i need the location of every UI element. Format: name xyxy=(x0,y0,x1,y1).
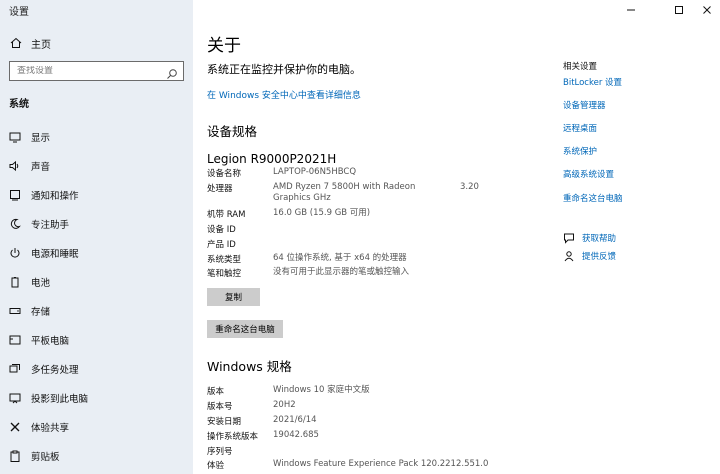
sidebar-item-shared-experiences[interactable]: 体验共享 xyxy=(0,412,193,441)
sidebar-item-battery[interactable]: 电池 xyxy=(0,267,193,296)
moon-icon xyxy=(9,218,21,230)
battery-icon xyxy=(9,276,21,288)
feedback-icon xyxy=(563,250,575,262)
home-icon xyxy=(9,36,23,50)
spec-label: 操作系统版本 xyxy=(207,432,259,442)
spec-label: 机带 RAM xyxy=(207,210,246,220)
multitask-icon xyxy=(9,363,21,375)
sidebar-item-label: 平板电脑 xyxy=(31,335,70,347)
spec-value: 64 位操作系统, 基于 x64 的处理器 xyxy=(273,253,407,263)
maximize-button[interactable] xyxy=(666,2,692,16)
spec-value: Windows 10 家庭中文版 xyxy=(273,385,370,395)
help-chat-icon xyxy=(563,232,575,244)
clipboard-icon xyxy=(9,450,21,462)
protection-status: 系统正在监控并保护你的电脑。 xyxy=(207,63,361,76)
sidebar-item-focus-assist[interactable]: 专注助手 xyxy=(0,209,193,238)
related-settings-title: 相关设置 xyxy=(563,62,598,72)
sidebar-item-label: 剪贴板 xyxy=(31,451,60,463)
device-manager-link[interactable]: 设备管理器 xyxy=(563,99,606,111)
bitlocker-settings-link[interactable]: BitLocker 设置 xyxy=(563,76,622,88)
spec-value: 20H2 xyxy=(273,400,296,410)
sidebar-item-label: 通知和操作 xyxy=(31,190,79,202)
share-icon xyxy=(9,421,21,433)
close-button[interactable] xyxy=(694,2,720,16)
spec-label: 安装日期 xyxy=(207,417,242,427)
sidebar: 设置 主页 系统 显示 声音 通知和操作 专注助手 xyxy=(0,0,193,474)
spec-value: 16.0 GB (15.9 GB 可用) xyxy=(273,208,371,218)
spec-value: 2021/6/14 xyxy=(273,415,317,425)
sidebar-item-label: 存储 xyxy=(31,306,51,318)
sidebar-item-project[interactable]: 投影到此电脑 xyxy=(0,383,193,412)
system-protection-link[interactable]: 系统保护 xyxy=(563,145,597,157)
sidebar-item-label: 专注助手 xyxy=(31,219,70,231)
device-spec-heading: 设备规格 xyxy=(207,124,258,139)
spec-label: 系统类型 xyxy=(207,255,242,265)
spec-label: 版本号 xyxy=(207,402,233,412)
sidebar-item-label: 显示 xyxy=(31,132,51,144)
spec-label: 设备 ID xyxy=(207,225,236,235)
spec-label: 笔和触控 xyxy=(207,269,242,279)
sidebar-item-label: 投影到此电脑 xyxy=(31,393,89,405)
notification-icon xyxy=(9,189,21,201)
maximize-icon xyxy=(674,0,684,19)
give-feedback-label: 提供反馈 xyxy=(582,252,617,262)
search-icon[interactable] xyxy=(166,65,178,79)
sidebar-item-storage[interactable]: 存储 xyxy=(0,296,193,325)
device-model-name: Legion R9000P2021H xyxy=(207,152,337,166)
window-title: 设置 xyxy=(9,7,29,18)
sidebar-item-notifications[interactable]: 通知和操作 xyxy=(0,180,193,209)
sidebar-item-label: 电源和睡眠 xyxy=(31,248,79,260)
spec-label: 设备名称 xyxy=(207,169,242,179)
project-icon xyxy=(9,392,21,404)
advanced-system-settings-link[interactable]: 高级系统设置 xyxy=(563,168,614,180)
security-center-link[interactable]: 在 Windows 安全中心中查看详细信息 xyxy=(207,88,361,101)
minimize-button[interactable] xyxy=(618,2,644,16)
sidebar-item-display[interactable]: 显示 xyxy=(0,122,193,151)
rename-pc-button[interactable]: 重命名这台电脑 xyxy=(207,320,283,338)
sidebar-item-label: 多任务处理 xyxy=(31,364,79,376)
spec-value: 19042.685 xyxy=(273,430,319,440)
remote-desktop-link[interactable]: 远程桌面 xyxy=(563,122,597,134)
give-feedback-link[interactable]: 提供反馈 xyxy=(563,250,616,262)
sidebar-nav: 显示 声音 通知和操作 专注助手 电源和睡眠 电池 存储 平板电脑 多任务处理 … xyxy=(0,122,193,470)
sidebar-item-label: 电池 xyxy=(31,277,51,289)
copy-button[interactable]: 复制 xyxy=(207,288,260,306)
get-help-label: 获取帮助 xyxy=(582,234,617,244)
spec-label: 体验 xyxy=(207,461,225,471)
rename-pc-link[interactable]: 重命名这台电脑 xyxy=(563,192,623,204)
search-input[interactable] xyxy=(10,66,160,76)
sidebar-item-label: 声音 xyxy=(31,161,51,173)
sidebar-item-multitasking[interactable]: 多任务处理 xyxy=(0,354,193,383)
spec-label: 产品 ID xyxy=(207,240,236,250)
spec-value: LAPTOP-06N5HBCQ xyxy=(273,167,357,177)
sidebar-section-title: 系统 xyxy=(9,99,29,110)
windows-spec-heading: Windows 规格 xyxy=(207,359,292,374)
storage-icon xyxy=(9,305,21,317)
speaker-icon xyxy=(9,160,21,172)
display-icon xyxy=(9,131,21,143)
sidebar-item-label: 体验共享 xyxy=(31,422,70,434)
spec-value: AMD Ryzen 7 5800H with Radeon Graphics G… xyxy=(273,182,416,203)
sidebar-item-power[interactable]: 电源和睡眠 xyxy=(0,238,193,267)
minimize-icon xyxy=(626,0,636,19)
spec-label: 版本 xyxy=(207,387,225,397)
page-title: 关于 xyxy=(207,36,241,56)
get-help-link[interactable]: 获取帮助 xyxy=(563,232,616,244)
spec-extra-value: 3.20 xyxy=(460,182,479,192)
tablet-icon xyxy=(9,334,21,346)
sidebar-item-sound[interactable]: 声音 xyxy=(0,151,193,180)
home-label: 主页 xyxy=(31,39,51,51)
close-icon xyxy=(702,0,712,19)
spec-value: Windows Feature Experience Pack 120.2212… xyxy=(273,459,489,469)
spec-label: 序列号 xyxy=(207,447,233,457)
search-box[interactable] xyxy=(9,61,184,81)
spec-value: 没有可用于此显示器的笔或触控输入 xyxy=(273,267,410,277)
sidebar-item-clipboard[interactable]: 剪贴板 xyxy=(0,441,193,470)
sidebar-item-tablet[interactable]: 平板电脑 xyxy=(0,325,193,354)
home-nav-item[interactable]: 主页 xyxy=(9,35,51,51)
spec-label: 处理器 xyxy=(207,184,233,194)
power-icon xyxy=(9,247,21,259)
